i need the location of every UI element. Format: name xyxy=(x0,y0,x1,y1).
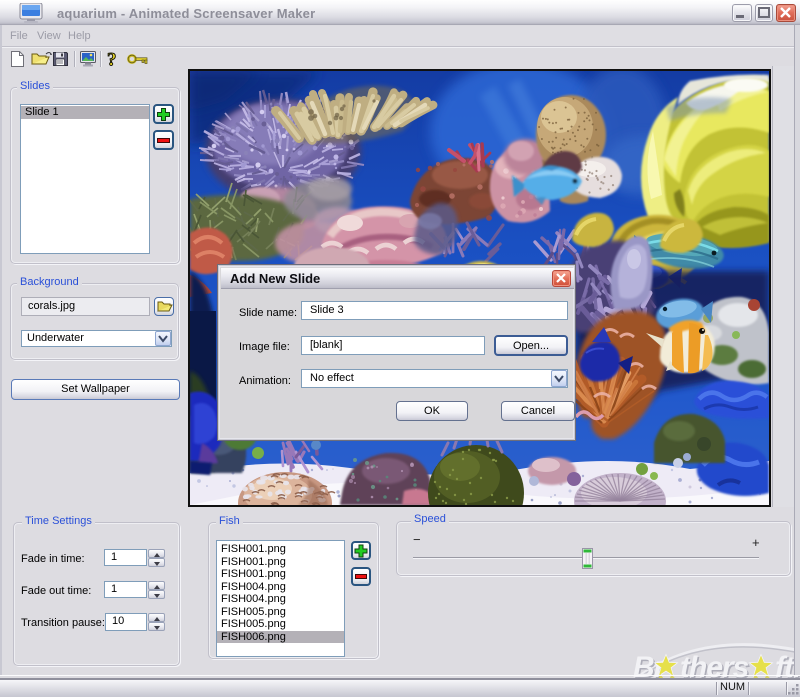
svg-text:?: ? xyxy=(107,50,117,68)
